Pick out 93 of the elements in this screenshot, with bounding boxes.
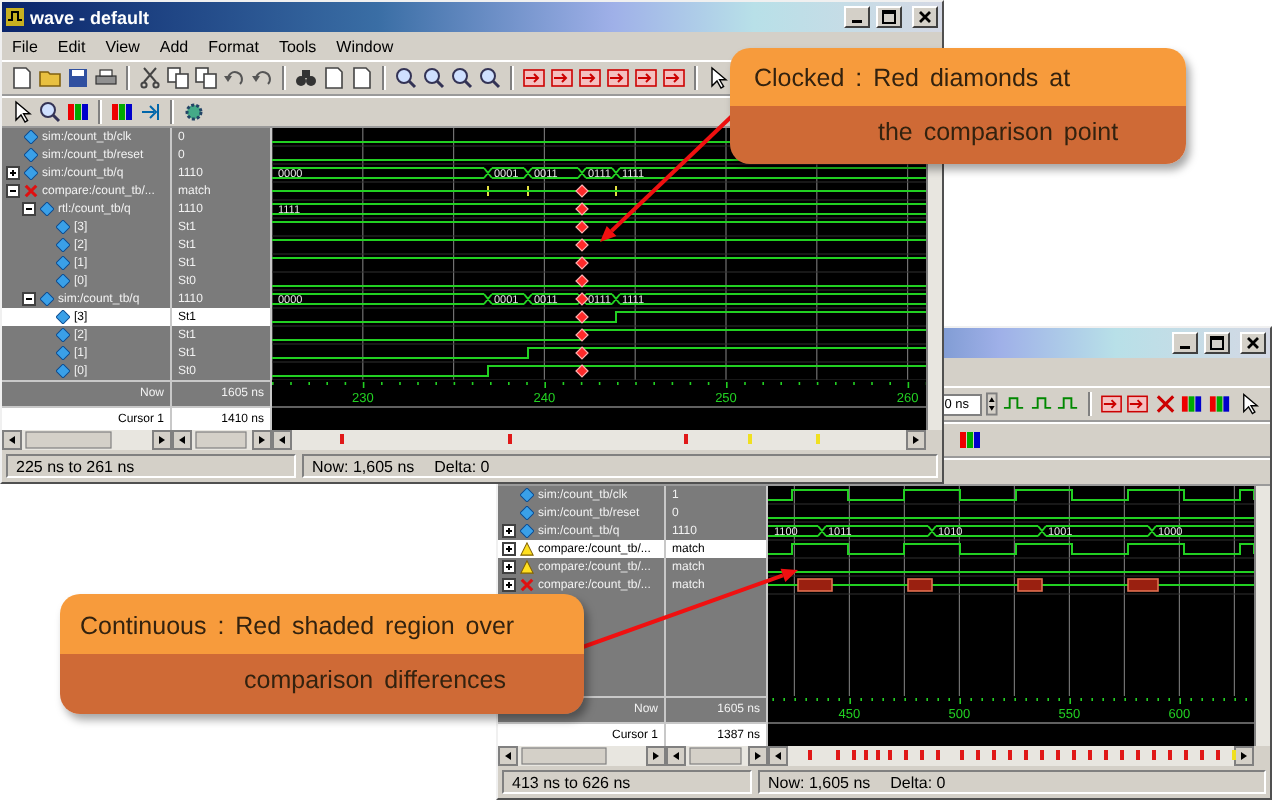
scissors-icon[interactable] (138, 66, 162, 90)
minimize-button[interactable] (1172, 332, 1198, 354)
maximize-icon (1210, 336, 1224, 350)
arrow-box-icon[interactable] (522, 66, 546, 90)
horizontal-scrollbar[interactable] (172, 430, 272, 450)
error-icon (24, 184, 38, 198)
mismatch-region (1017, 578, 1043, 592)
mismatch-region (1127, 578, 1159, 592)
collapse-button[interactable] (6, 184, 20, 198)
error-icon (520, 578, 534, 592)
status-delta: Delta: 0 (434, 457, 490, 475)
page-icon[interactable] (350, 66, 374, 90)
bars-icon[interactable] (958, 428, 982, 452)
callout-text: Clocked : Red diamonds at the comparison point (752, 62, 1119, 150)
zoom-icon[interactable] (394, 66, 418, 90)
menu-item[interactable]: View (105, 37, 140, 55)
menu-item[interactable]: Tools (278, 37, 317, 55)
pointer-icon[interactable] (1238, 392, 1262, 416)
zoom-icon[interactable] (422, 66, 446, 90)
window-title: wave - default (30, 7, 150, 27)
arrow-box-icon[interactable] (634, 66, 658, 90)
menu-item[interactable]: File (12, 37, 38, 55)
mismatch-marker (575, 292, 589, 306)
expand-button[interactable] (502, 542, 516, 556)
maximize-icon (882, 10, 896, 24)
status-range: 225 ns to 261 ns (16, 457, 135, 475)
maximize-button[interactable] (876, 6, 902, 28)
copy-icon[interactable] (166, 66, 190, 90)
expand-button[interactable] (502, 560, 516, 574)
gear-icon[interactable] (182, 100, 206, 124)
undo-icon[interactable] (222, 66, 246, 90)
mismatch-marker (575, 184, 589, 198)
bars-icon[interactable] (1207, 392, 1231, 416)
mismatch-marker (575, 256, 589, 270)
collapse-button[interactable] (22, 202, 36, 216)
arrow-box-icon[interactable] (1126, 392, 1150, 416)
menu-item[interactable]: Format (208, 37, 259, 55)
status-delta: Delta: 0 (890, 773, 946, 791)
zoom-icon[interactable] (478, 66, 502, 90)
horizontal-scrollbar[interactable] (272, 430, 926, 450)
arrow-icon[interactable] (138, 100, 162, 124)
arrow-box-icon[interactable] (662, 66, 686, 90)
callout-text: Continuous : Red shaded region over comparison differences (78, 610, 515, 698)
copy-icon[interactable] (194, 66, 218, 90)
mismatch-marker (575, 274, 589, 288)
expand-button[interactable] (6, 166, 20, 180)
mismatch-marker (575, 220, 589, 234)
mismatch-region (797, 578, 833, 592)
app-icon (6, 8, 24, 26)
close-icon (1246, 336, 1260, 350)
horizontal-scrollbar[interactable] (666, 746, 768, 766)
expand-button[interactable] (502, 524, 516, 538)
zoom-icon[interactable] (450, 66, 474, 90)
minimize-button[interactable] (844, 6, 870, 28)
mismatch-region (907, 578, 933, 592)
close-button[interactable] (912, 6, 938, 28)
arrow-box-icon[interactable] (578, 66, 602, 90)
expand-button[interactable] (502, 578, 516, 592)
menu-item[interactable]: Edit (57, 37, 86, 55)
mismatch-marker (575, 346, 589, 360)
horizontal-scrollbar[interactable] (768, 746, 1254, 766)
status-now: Now: 1,605 ns (768, 773, 871, 791)
binoculars-icon[interactable] (294, 66, 318, 90)
mismatch-marker (575, 328, 589, 342)
spin-buttons[interactable] (986, 392, 999, 416)
vertical-scrollbar[interactable] (1254, 486, 1270, 746)
bars-icon[interactable] (1180, 392, 1204, 416)
horizontal-scrollbar[interactable] (498, 746, 666, 766)
page-icon[interactable] (10, 66, 34, 90)
status-range: 413 ns to 626 ns (512, 773, 631, 791)
mismatch-marker (575, 238, 589, 252)
mismatch-marker (575, 364, 589, 378)
collapse-button[interactable] (22, 292, 36, 306)
cross-icon[interactable] (1153, 392, 1177, 416)
close-button[interactable] (1240, 332, 1266, 354)
page-icon[interactable] (322, 66, 346, 90)
maximize-button[interactable] (1204, 332, 1230, 354)
menu-item[interactable]: Add (159, 37, 189, 55)
bars-icon[interactable] (66, 100, 90, 124)
arrow-box-icon[interactable] (550, 66, 574, 90)
mismatch-marker (575, 202, 589, 216)
bars-icon[interactable] (110, 100, 134, 124)
status-now: Now: 1,605 ns (312, 457, 415, 475)
zoom-icon[interactable] (38, 100, 62, 124)
arrow-box-icon[interactable] (606, 66, 630, 90)
pointer-icon[interactable] (10, 100, 34, 124)
horizontal-scrollbar[interactable] (2, 430, 172, 450)
arrow-box-icon[interactable] (1099, 392, 1123, 416)
undo-icon[interactable] (250, 66, 274, 90)
close-icon (918, 10, 932, 24)
pointer-icon[interactable] (706, 66, 730, 90)
menu-item[interactable]: Window (336, 37, 394, 55)
printer-icon[interactable] (94, 66, 118, 90)
